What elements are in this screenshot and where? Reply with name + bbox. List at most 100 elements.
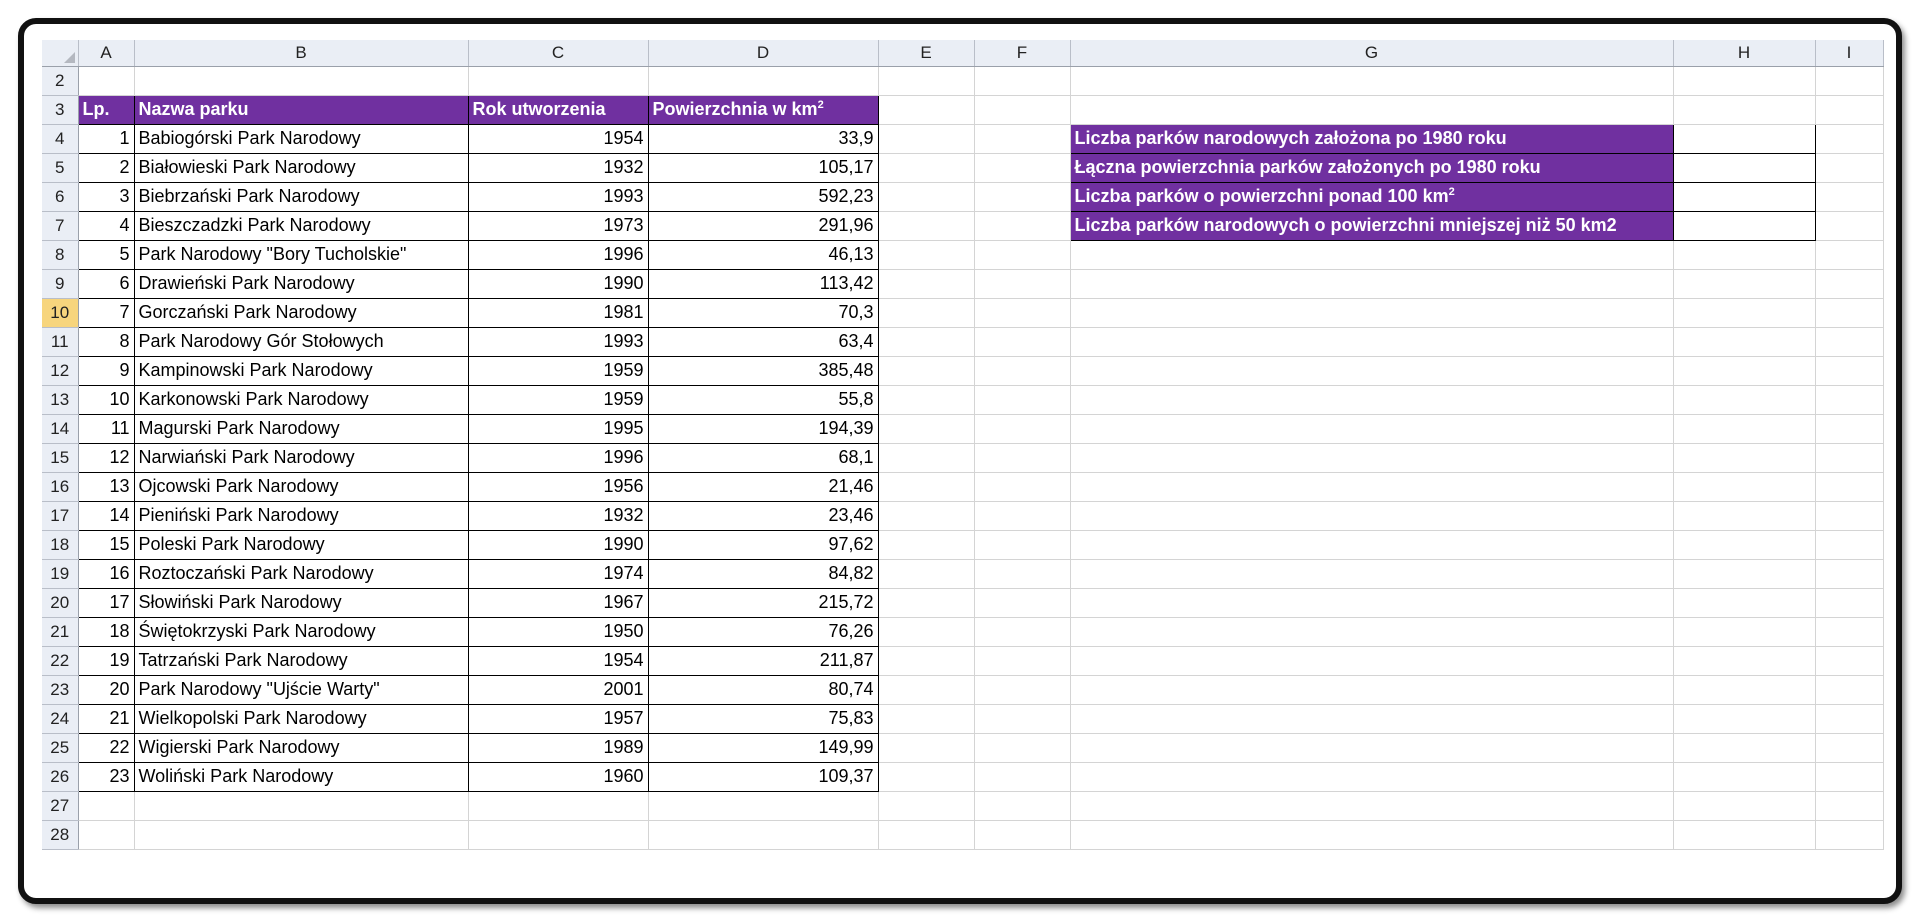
cell-year[interactable]: 1950 bbox=[467, 616, 649, 647]
cell[interactable] bbox=[1070, 66, 1674, 96]
cell-area[interactable]: 75,83 bbox=[647, 703, 879, 734]
cell[interactable] bbox=[1070, 791, 1674, 821]
cell-year[interactable]: 1959 bbox=[467, 384, 649, 415]
cell-year[interactable]: 1990 bbox=[467, 268, 649, 299]
cell-g[interactable] bbox=[1070, 327, 1674, 357]
cell-park-name[interactable]: Wigierski Park Narodowy bbox=[133, 732, 469, 763]
cell-e[interactable] bbox=[878, 211, 975, 241]
row-header[interactable]: 16 bbox=[42, 472, 79, 502]
cell-lp[interactable]: 14 bbox=[77, 500, 135, 531]
cell-f[interactable] bbox=[974, 153, 1071, 183]
row-header[interactable]: 19 bbox=[42, 559, 79, 589]
cell-park-name[interactable]: Drawieński Park Narodowy bbox=[133, 268, 469, 299]
row-header[interactable]: 21 bbox=[42, 617, 79, 647]
row-header[interactable]: 3 bbox=[42, 95, 79, 125]
cell-lp[interactable]: 3 bbox=[77, 181, 135, 212]
cell-f[interactable] bbox=[974, 501, 1071, 531]
cell-i[interactable] bbox=[1815, 298, 1884, 328]
cell-e[interactable] bbox=[878, 617, 975, 647]
row-header[interactable]: 5 bbox=[42, 153, 79, 183]
cell-area[interactable]: 80,74 bbox=[647, 674, 879, 705]
cell-i[interactable] bbox=[1815, 472, 1884, 502]
cell[interactable] bbox=[1815, 791, 1884, 821]
cell-area[interactable]: 84,82 bbox=[647, 558, 879, 589]
cell[interactable] bbox=[1673, 820, 1816, 850]
cell-f[interactable] bbox=[974, 559, 1071, 589]
cell-e[interactable] bbox=[878, 501, 975, 531]
cell-e[interactable] bbox=[878, 530, 975, 560]
row-header[interactable]: 23 bbox=[42, 675, 79, 705]
cell-lp[interactable]: 4 bbox=[77, 210, 135, 241]
cell-h[interactable] bbox=[1673, 646, 1816, 676]
cell[interactable] bbox=[1815, 820, 1884, 850]
cell-i[interactable] bbox=[1815, 356, 1884, 386]
cell-year[interactable]: 1932 bbox=[467, 500, 649, 531]
row-header[interactable]: 13 bbox=[42, 385, 79, 415]
cell-i[interactable] bbox=[1815, 124, 1884, 154]
cell-e[interactable] bbox=[878, 327, 975, 357]
cell-area[interactable]: 211,87 bbox=[647, 645, 879, 676]
summary-result-cell[interactable] bbox=[1672, 210, 1816, 241]
summary-result-cell[interactable] bbox=[1672, 152, 1816, 183]
cell[interactable] bbox=[78, 820, 135, 850]
cell-year[interactable]: 1957 bbox=[467, 703, 649, 734]
cell-i[interactable] bbox=[1815, 269, 1884, 299]
cell-i[interactable] bbox=[1815, 240, 1884, 270]
cell-lp[interactable]: 5 bbox=[77, 239, 135, 270]
cell-lp[interactable]: 9 bbox=[77, 355, 135, 386]
cell-area[interactable]: 63,4 bbox=[647, 326, 879, 357]
cell-e[interactable] bbox=[878, 356, 975, 386]
cell[interactable] bbox=[878, 791, 975, 821]
cell-lp[interactable]: 11 bbox=[77, 413, 135, 444]
cell-f[interactable] bbox=[974, 472, 1071, 502]
row-header[interactable]: 2 bbox=[42, 66, 79, 96]
cell-year[interactable]: 1993 bbox=[467, 181, 649, 212]
row-header[interactable]: 11 bbox=[42, 327, 79, 357]
cell-lp[interactable]: 7 bbox=[77, 297, 135, 328]
cell-lp[interactable]: 15 bbox=[77, 529, 135, 560]
cell-g[interactable] bbox=[1070, 530, 1674, 560]
cell-park-name[interactable]: Biebrzański Park Narodowy bbox=[133, 181, 469, 212]
cell-park-name[interactable]: Białowieski Park Narodowy bbox=[133, 152, 469, 183]
cell-f[interactable] bbox=[974, 298, 1071, 328]
cell-h[interactable] bbox=[1673, 298, 1816, 328]
cell-lp[interactable]: 17 bbox=[77, 587, 135, 618]
cell-area[interactable]: 109,37 bbox=[647, 761, 879, 792]
column-header-i[interactable]: I bbox=[1815, 40, 1884, 67]
cell[interactable] bbox=[1673, 791, 1816, 821]
cell-g[interactable] bbox=[1070, 240, 1674, 270]
cell-h[interactable] bbox=[1673, 530, 1816, 560]
cell[interactable] bbox=[974, 66, 1071, 96]
row-header[interactable]: 25 bbox=[42, 733, 79, 763]
cell-f[interactable] bbox=[974, 211, 1071, 241]
cell-f[interactable] bbox=[974, 95, 1071, 125]
cell-g[interactable] bbox=[1070, 704, 1674, 734]
cell-e[interactable] bbox=[878, 182, 975, 212]
cell-e[interactable] bbox=[878, 704, 975, 734]
cell[interactable] bbox=[648, 66, 879, 96]
cell-i[interactable] bbox=[1815, 588, 1884, 618]
header-park-name[interactable]: Nazwa parku bbox=[133, 94, 469, 125]
cell-e[interactable] bbox=[878, 443, 975, 473]
cell-area[interactable]: 23,46 bbox=[647, 500, 879, 531]
cell-e[interactable] bbox=[878, 762, 975, 792]
cell-i[interactable] bbox=[1815, 385, 1884, 415]
cell-i[interactable] bbox=[1815, 617, 1884, 647]
cell-year[interactable]: 1989 bbox=[467, 732, 649, 763]
cell-area[interactable]: 55,8 bbox=[647, 384, 879, 415]
cell-park-name[interactable]: Park Narodowy "Bory Tucholskie" bbox=[133, 239, 469, 270]
cell-area[interactable]: 21,46 bbox=[647, 471, 879, 502]
cell-e[interactable] bbox=[878, 588, 975, 618]
cell-park-name[interactable]: Słowiński Park Narodowy bbox=[133, 587, 469, 618]
cell-area[interactable]: 76,26 bbox=[647, 616, 879, 647]
cell-e[interactable] bbox=[878, 733, 975, 763]
cell-f[interactable] bbox=[974, 356, 1071, 386]
header-lp[interactable]: Lp. bbox=[77, 94, 135, 125]
cell-h[interactable] bbox=[1673, 762, 1816, 792]
cell-lp[interactable]: 8 bbox=[77, 326, 135, 357]
cell-h[interactable] bbox=[1673, 443, 1816, 473]
cell-area[interactable]: 68,1 bbox=[647, 442, 879, 473]
row-header[interactable]: 12 bbox=[42, 356, 79, 386]
cell-f[interactable] bbox=[974, 530, 1071, 560]
summary-label[interactable]: Liczba parków narodowych o powierzchni m… bbox=[1069, 210, 1674, 241]
